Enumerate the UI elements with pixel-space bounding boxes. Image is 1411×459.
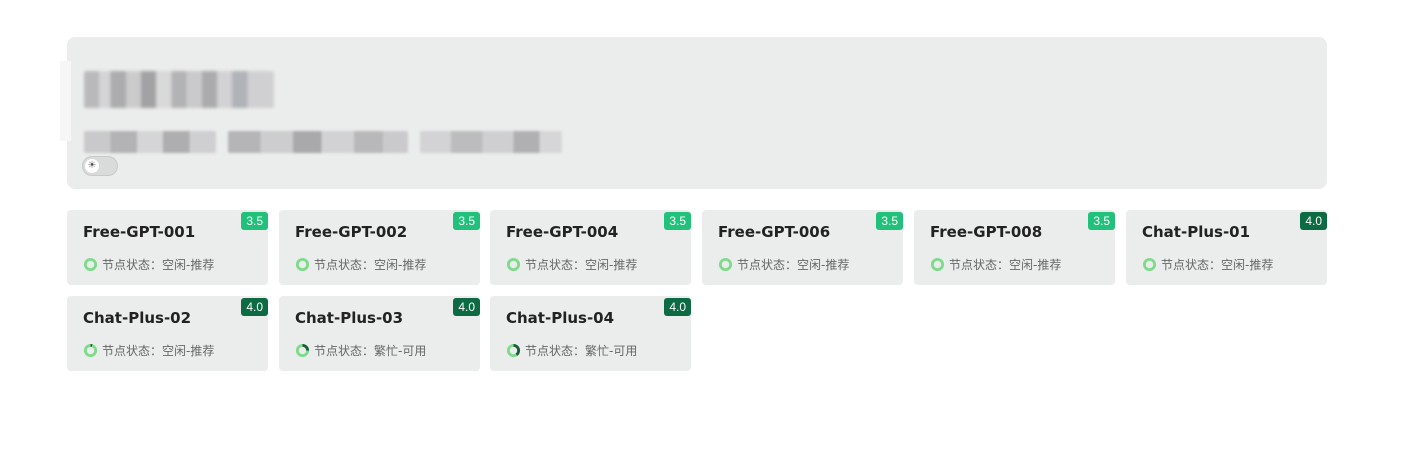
node-status-label: 节点状态：空闲-推荐 (102, 344, 215, 358)
version-badge: 3.5 (453, 212, 480, 230)
status-ring-icon (718, 257, 733, 272)
node-name: Chat-Plus-02 (83, 309, 192, 327)
node-card[interactable]: Free-GPT-004 3.5 节点状态：空闲-推荐 (490, 210, 691, 285)
node-status-label: 节点状态：空闲-推荐 (737, 258, 850, 272)
status-ring-icon (930, 257, 945, 272)
node-name: Free-GPT-004 (506, 223, 619, 241)
node-card[interactable]: Chat-Plus-04 4.0 节点状态：繁忙-可用 (490, 296, 691, 371)
status-ring-icon (295, 343, 310, 358)
status-ring-icon (1142, 257, 1157, 272)
node-name: Chat-Plus-01 (1142, 223, 1251, 241)
node-card[interactable]: Free-GPT-006 3.5 节点状态：空闲-推荐 (702, 210, 903, 285)
page: ☀ Free-GPT-001 3.5 节点状态：空闲-推荐 Free-GPT-002 3… (0, 0, 1411, 459)
node-card[interactable]: Free-GPT-008 3.5 节点状态：空闲-推荐 (914, 210, 1115, 285)
node-name: Chat-Plus-04 (506, 309, 615, 327)
node-status: 节点状态：空闲-推荐 (295, 256, 426, 273)
node-status-label: 节点状态：空闲-推荐 (314, 258, 427, 272)
status-ring-icon (506, 343, 521, 358)
node-status-label: 节点状态：空闲-推荐 (949, 258, 1062, 272)
sun-icon: ☀ (85, 159, 99, 173)
version-badge: 4.0 (241, 298, 268, 316)
node-name: Free-GPT-002 (295, 223, 408, 241)
node-status-label: 节点状态：空闲-推荐 (525, 258, 638, 272)
node-status: 节点状态：空闲-推荐 (83, 342, 214, 359)
theme-toggle[interactable]: ☀ (82, 156, 118, 176)
version-badge: 3.5 (876, 212, 903, 230)
blurred-subtitle-segment (228, 131, 408, 153)
node-status: 节点状态：空闲-推荐 (506, 256, 637, 273)
status-ring-icon (506, 257, 521, 272)
node-status-label: 节点状态：空闲-推荐 (1161, 258, 1274, 272)
version-badge: 4.0 (664, 298, 691, 316)
node-status-label: 节点状态：繁忙-可用 (314, 344, 427, 358)
status-ring-icon (295, 257, 310, 272)
node-card[interactable]: Free-GPT-001 3.5 节点状态：空闲-推荐 (67, 210, 268, 285)
header-banner (67, 37, 1327, 189)
node-card[interactable]: Free-GPT-002 3.5 节点状态：空闲-推荐 (279, 210, 480, 285)
node-name: Free-GPT-006 (718, 223, 831, 241)
node-card[interactable]: Chat-Plus-02 4.0 节点状态：空闲-推荐 (67, 296, 268, 371)
version-badge: 3.5 (664, 212, 691, 230)
node-status: 节点状态：空闲-推荐 (83, 256, 214, 273)
version-badge: 3.5 (1088, 212, 1115, 230)
version-badge: 4.0 (453, 298, 480, 316)
node-name: Free-GPT-008 (930, 223, 1043, 241)
version-badge: 4.0 (1300, 212, 1327, 230)
blurred-title (84, 71, 274, 108)
node-status: 节点状态：空闲-推荐 (1142, 256, 1273, 273)
version-badge: 3.5 (241, 212, 268, 230)
node-card[interactable]: Chat-Plus-01 4.0 节点状态：空闲-推荐 (1126, 210, 1327, 285)
node-name: Chat-Plus-03 (295, 309, 404, 327)
node-status: 节点状态：繁忙-可用 (295, 342, 426, 359)
node-status-label: 节点状态：繁忙-可用 (525, 344, 638, 358)
blurred-subtitle-segment (84, 131, 216, 153)
node-name: Free-GPT-001 (83, 223, 196, 241)
status-ring-icon (83, 257, 98, 272)
banner-edge-strip (60, 61, 71, 141)
node-status: 节点状态：空闲-推荐 (930, 256, 1061, 273)
status-ring-icon (83, 343, 98, 358)
node-status: 节点状态：繁忙-可用 (506, 342, 637, 359)
node-status-label: 节点状态：空闲-推荐 (102, 258, 215, 272)
node-card[interactable]: Chat-Plus-03 4.0 节点状态：繁忙-可用 (279, 296, 480, 371)
blurred-subtitle-segment (420, 131, 562, 153)
node-status: 节点状态：空闲-推荐 (718, 256, 849, 273)
